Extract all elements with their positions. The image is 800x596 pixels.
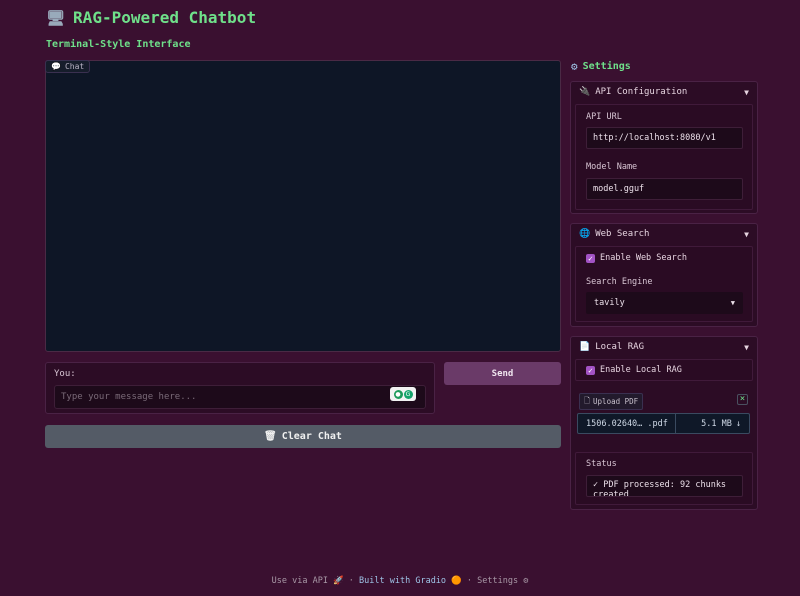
- gear-icon: ⚙: [523, 576, 529, 586]
- web-search-checkbox-label: Enable Web Search: [600, 253, 687, 263]
- footer-settings-link[interactable]: Settings ⚙: [477, 576, 528, 586]
- web-search-accordion: 🌐 Web Search ▼ ✓ Enable Web Search Searc…: [570, 223, 758, 327]
- rocket-icon: 🚀: [333, 576, 344, 586]
- web-search-panel: ✓ Enable Web Search Search Engine tavily…: [575, 246, 753, 322]
- footer-gradio-link[interactable]: Built with Gradio 🟠: [359, 576, 462, 586]
- file-icon: 🗋: [584, 396, 591, 405]
- file-size: 5.1 MB: [701, 418, 732, 429]
- model-name-label: Model Name: [586, 162, 638, 172]
- collapse-icon: ▼: [744, 342, 749, 352]
- chat-tag: 💬 Chat: [45, 60, 91, 73]
- api-config-accordion: 🔌 API Configuration ▼ API URL http://loc…: [570, 81, 758, 214]
- model-name-field[interactable]: model.gguf: [586, 178, 743, 200]
- search-engine-select[interactable]: tavily ▼: [586, 292, 743, 314]
- file-size-cell: 5.1 MB ↓: [675, 414, 749, 433]
- footer-api-link[interactable]: Use via API 🚀: [272, 576, 344, 586]
- download-icon[interactable]: ↓: [736, 419, 741, 429]
- web-search-checkbox[interactable]: ✓: [586, 254, 595, 263]
- settings-title: Settings: [582, 61, 631, 72]
- monitor-icon: 🖥: [46, 8, 66, 27]
- trash-icon: 🗑: [264, 431, 277, 442]
- search-engine-value: tavily: [594, 298, 625, 308]
- chat-window[interactable]: [45, 60, 561, 352]
- collapse-icon: ▼: [744, 87, 749, 97]
- file-name: 1506.02640… .pdf: [586, 418, 668, 429]
- page-title: 🖥 RAG-Powered Chatbot: [46, 8, 256, 27]
- footer-separator: ·: [466, 576, 473, 586]
- app-title: RAG-Powered Chatbot: [73, 8, 257, 27]
- local-rag-header[interactable]: 📄 Local RAG ▼: [571, 337, 757, 357]
- pin-icon: ●: [393, 389, 403, 399]
- collapse-icon: ▼: [744, 229, 749, 239]
- grammarly-icon: G: [403, 389, 413, 399]
- api-url-field[interactable]: http://localhost:8080/v1: [586, 127, 743, 149]
- message-label: You:: [54, 369, 76, 379]
- clear-chat-button[interactable]: 🗑 Clear Chat: [45, 425, 561, 448]
- uploaded-file-row[interactable]: 1506.02640… .pdf 5.1 MB ↓: [577, 413, 750, 434]
- chat-bubble-icon: 💬: [51, 62, 61, 71]
- gradio-logo-icon: 🟠: [451, 576, 462, 586]
- settings-heading: ⚙ Settings: [571, 60, 631, 73]
- api-url-label: API URL: [586, 112, 622, 122]
- footer: Use via API 🚀 · Built with Gradio 🟠 · Se…: [0, 576, 800, 586]
- upload-pdf-label: Upload PDF: [593, 397, 639, 406]
- globe-icon: 🌐: [579, 229, 591, 239]
- web-search-header[interactable]: 🌐 Web Search ▼: [571, 224, 757, 244]
- upload-pdf-tag: 🗋 Upload PDF: [579, 393, 644, 410]
- local-rag-accordion: 📄 Local RAG ▼ ✓ Enable Local RAG 🗋 Uploa…: [570, 336, 758, 510]
- clear-chat-label: Clear Chat: [281, 431, 342, 442]
- caret-down-icon: ▼: [730, 299, 735, 307]
- status-label: Status: [586, 459, 617, 469]
- local-rag-title: Local RAG: [595, 342, 644, 352]
- message-input[interactable]: [54, 385, 426, 409]
- api-config-panel: API URL http://localhost:8080/v1 Model N…: [575, 104, 753, 210]
- footer-separator: ·: [348, 576, 354, 586]
- close-icon[interactable]: ×: [737, 394, 748, 405]
- search-engine-label: Search Engine: [586, 277, 653, 287]
- api-config-title: API Configuration: [595, 87, 688, 97]
- gear-icon: ⚙: [571, 60, 578, 73]
- api-config-header[interactable]: 🔌 API Configuration ▼: [571, 82, 757, 102]
- status-panel: Status ✓ PDF processed: 92 chunks create…: [575, 452, 753, 505]
- message-panel: You: ● G: [45, 362, 435, 414]
- chat-tag-label: Chat: [64, 62, 85, 71]
- web-search-title: Web Search: [595, 229, 650, 239]
- send-button[interactable]: Send: [444, 362, 561, 385]
- document-icon: 📄: [579, 342, 591, 352]
- plug-icon: 🔌: [579, 87, 591, 97]
- grammar-extension-icon[interactable]: ● G: [390, 387, 416, 401]
- local-rag-checkbox[interactable]: ✓: [586, 366, 595, 375]
- local-rag-toggle-panel: ✓ Enable Local RAG: [575, 359, 753, 381]
- local-rag-checkbox-label: Enable Local RAG: [600, 365, 682, 375]
- page-subtitle: Terminal-Style Interface: [46, 39, 191, 50]
- status-output: ✓ PDF processed: 92 chunks created: [586, 475, 743, 497]
